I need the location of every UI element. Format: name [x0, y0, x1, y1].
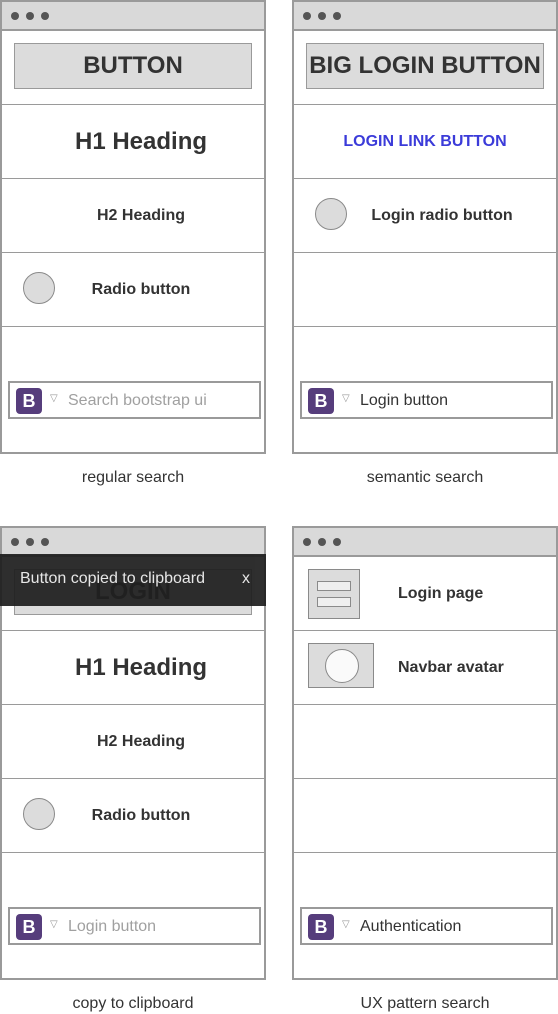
window-dot-icon	[11, 12, 19, 20]
bootstrap-logo-icon: B	[16, 388, 42, 414]
search-input[interactable]: Login button	[360, 392, 448, 410]
h2-heading: H2 Heading	[96, 732, 185, 750]
window-dot-icon	[333, 12, 341, 20]
pattern-row[interactable]: Navbar avatar	[294, 631, 556, 705]
empty-row	[294, 705, 556, 779]
search-bar[interactable]: B ▽ Authentication	[300, 907, 553, 945]
window-dot-icon	[333, 538, 341, 546]
caption-semantic-search: semantic search	[366, 469, 484, 486]
caption-copy-to-clipboard: copy to clipboard	[72, 995, 194, 1012]
login-link-button[interactable]: LOGIN LINK BUTTON	[294, 105, 556, 178]
window-dot-icon	[41, 538, 49, 546]
h1-row: H1 Heading	[2, 631, 264, 705]
window-dot-icon	[303, 12, 311, 20]
dropdown-caret-icon[interactable]: ▽	[50, 919, 58, 930]
search-bar[interactable]: B ▽ Login button	[8, 907, 261, 945]
search-bar[interactable]: B ▽ Login button	[300, 381, 553, 419]
regular-search-window: BUTTON H1 Heading H2 Heading Radio butto…	[0, 0, 266, 454]
window-dot-icon	[41, 12, 49, 20]
button-row: BUTTON	[2, 31, 264, 105]
h2-heading: H2 Heading	[96, 206, 185, 224]
window-dot-icon	[318, 12, 326, 20]
big-login-button[interactable]: BIG LOGIN BUTTON	[306, 43, 544, 89]
button-row: BIG LOGIN BUTTON	[294, 31, 556, 105]
search-input[interactable]: Login button	[68, 918, 156, 936]
empty-row	[294, 253, 556, 327]
pattern-row[interactable]: Login page	[294, 557, 556, 631]
window-titlebar	[2, 2, 264, 31]
search-input[interactable]: Authentication	[360, 918, 461, 936]
ux-pattern-search-window: Login page Navbar avatar B ▽ Authenticat…	[292, 526, 558, 980]
toast-message: Button copied to clipboard	[20, 570, 206, 587]
window-dot-icon	[303, 538, 311, 546]
semantic-search-window: BIG LOGIN BUTTON LOGIN LINK BUTTON Login…	[292, 0, 558, 454]
radio-row: Radio button	[2, 779, 264, 853]
radio-label: Login radio button	[371, 206, 513, 224]
h1-heading: H1 Heading	[74, 127, 208, 155]
pattern-label: Navbar avatar	[398, 658, 504, 676]
search-bar[interactable]: B ▽ Search bootstrap ui	[8, 381, 261, 419]
dropdown-caret-icon[interactable]: ▽	[342, 393, 350, 404]
caption-ux-pattern-search: UX pattern search	[360, 995, 490, 1012]
login-page-thumbnail-icon	[308, 569, 360, 619]
caption-regular-search: regular search	[81, 469, 185, 486]
clipboard-toast: Button copied to clipboard x	[0, 554, 266, 606]
radio-row: Radio button	[2, 253, 264, 327]
h2-row: H2 Heading	[2, 179, 264, 253]
bootstrap-logo-icon: B	[308, 388, 334, 414]
radio-row: Login radio button	[294, 179, 556, 253]
window-dot-icon	[11, 538, 19, 546]
pattern-label: Login page	[398, 584, 484, 602]
h1-row: H1 Heading	[2, 105, 264, 179]
dropdown-caret-icon[interactable]: ▽	[342, 919, 350, 930]
close-icon[interactable]: x	[242, 570, 250, 588]
navbar-avatar-thumbnail-icon	[308, 643, 374, 688]
window-titlebar	[294, 528, 556, 557]
window-dot-icon	[26, 538, 34, 546]
window-titlebar	[2, 528, 264, 557]
bootstrap-logo-icon: B	[308, 914, 334, 940]
link-row: LOGIN LINK BUTTON	[294, 105, 556, 179]
window-dot-icon	[318, 538, 326, 546]
window-dot-icon	[26, 12, 34, 20]
button-component[interactable]: BUTTON	[14, 43, 252, 89]
radio-label: Radio button	[91, 280, 191, 298]
h1-heading: H1 Heading	[74, 653, 208, 681]
radio-label: Radio button	[91, 806, 191, 824]
window-titlebar	[294, 2, 556, 31]
h2-row: H2 Heading	[2, 705, 264, 779]
search-input[interactable]: Search bootstrap ui	[68, 392, 207, 410]
copy-to-clipboard-window: LOGIN H1 Heading H2 Heading Radio button…	[0, 526, 266, 980]
dropdown-caret-icon[interactable]: ▽	[50, 393, 58, 404]
empty-row	[294, 779, 556, 853]
bootstrap-logo-icon: B	[16, 914, 42, 940]
